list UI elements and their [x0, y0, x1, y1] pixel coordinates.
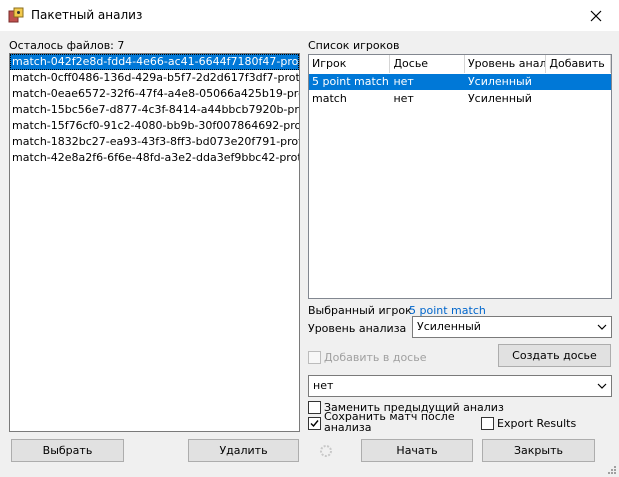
player-row[interactable]: match нет Усиленный	[309, 91, 611, 107]
selected-player-label: Выбранный игрок	[308, 304, 412, 317]
column-header-add[interactable]: Добавить	[546, 55, 611, 73]
players-label: Список игроков	[308, 39, 400, 52]
chevron-down-icon	[597, 383, 607, 389]
player-level: Усиленный	[467, 92, 532, 105]
column-header-level[interactable]: Уровень анализа	[464, 55, 547, 73]
replace-previous-checkbox[interactable]	[308, 401, 321, 414]
resize-grip-icon[interactable]	[606, 464, 617, 475]
title-bar: Пакетный анализ	[0, 0, 619, 31]
dossier-value: нет	[313, 379, 334, 392]
player-dossier: нет	[393, 92, 414, 105]
column-header-dossier[interactable]: Досье	[390, 55, 465, 73]
export-results-checkbox[interactable]	[481, 417, 494, 430]
export-results-label: Export Results	[497, 417, 577, 430]
player-add	[546, 74, 611, 90]
file-item[interactable]: match-15f76cf0-91c2-4080-bb9b-30f0078646…	[10, 118, 299, 134]
file-item[interactable]: match-042f2e8d-fdd4-4e66-ac41-6644f7180f…	[10, 54, 299, 70]
player-row[interactable]: 5 point match нет Усиленный	[309, 74, 611, 90]
analysis-level-label: Уровень анализа	[308, 322, 407, 335]
close-icon	[590, 10, 602, 21]
chevron-down-icon	[597, 324, 607, 330]
files-remaining-label: Осталось файлов: 7	[9, 39, 125, 52]
player-dossier: нет	[393, 75, 414, 88]
player-add	[546, 91, 611, 107]
create-dossier-button[interactable]: Создать досье	[498, 344, 611, 367]
checkmark-icon	[310, 420, 319, 428]
save-match-checkbox[interactable]	[308, 417, 321, 430]
add-to-dossier-checkbox[interactable]	[308, 351, 321, 364]
dossier-select[interactable]: нет	[308, 375, 612, 397]
window-title: Пакетный анализ	[31, 8, 143, 22]
player-level: Усиленный	[467, 75, 532, 88]
add-to-dossier-label: Добавить в досье	[324, 351, 427, 364]
file-item[interactable]: match-0eae6572-32f6-47f4-a4e8-05066a425b…	[10, 86, 299, 102]
files-list[interactable]: match-042f2e8d-fdd4-4e66-ac41-6644f7180f…	[9, 53, 300, 432]
app-icon	[8, 7, 24, 23]
spinner-icon	[320, 445, 332, 457]
close-window-button[interactable]	[573, 0, 619, 31]
player-name: match	[312, 92, 347, 105]
analysis-level-value: Усиленный	[417, 320, 481, 333]
close-button[interactable]: Закрыть	[482, 439, 595, 462]
file-item[interactable]: match-42e8a2f6-6f6e-48fd-a3e2-dda3ef9bbc…	[10, 150, 299, 166]
file-item[interactable]: match-15bc56e7-d877-4c3f-8414-a44bbcb792…	[10, 102, 299, 118]
players-header: Игрок Досье Уровень анализа Добавить	[309, 55, 611, 73]
players-table[interactable]: Игрок Досье Уровень анализа Добавить 5 p…	[308, 54, 612, 299]
save-match-label: Сохранить матч после анализа	[324, 411, 455, 433]
select-button[interactable]: Выбрать	[11, 439, 124, 462]
player-name: 5 point match	[312, 75, 389, 88]
file-item[interactable]: match-0cff0486-136d-429a-b5f7-2d2d617f3d…	[10, 70, 299, 86]
column-header-player[interactable]: Игрок	[309, 55, 391, 73]
analysis-level-select[interactable]: Усиленный	[412, 316, 612, 338]
start-button[interactable]: Начать	[361, 439, 473, 462]
file-item[interactable]: match-1832bc27-ea93-43f3-8ff3-bd073e20f7…	[10, 134, 299, 150]
delete-button[interactable]: Удалить	[188, 439, 299, 462]
